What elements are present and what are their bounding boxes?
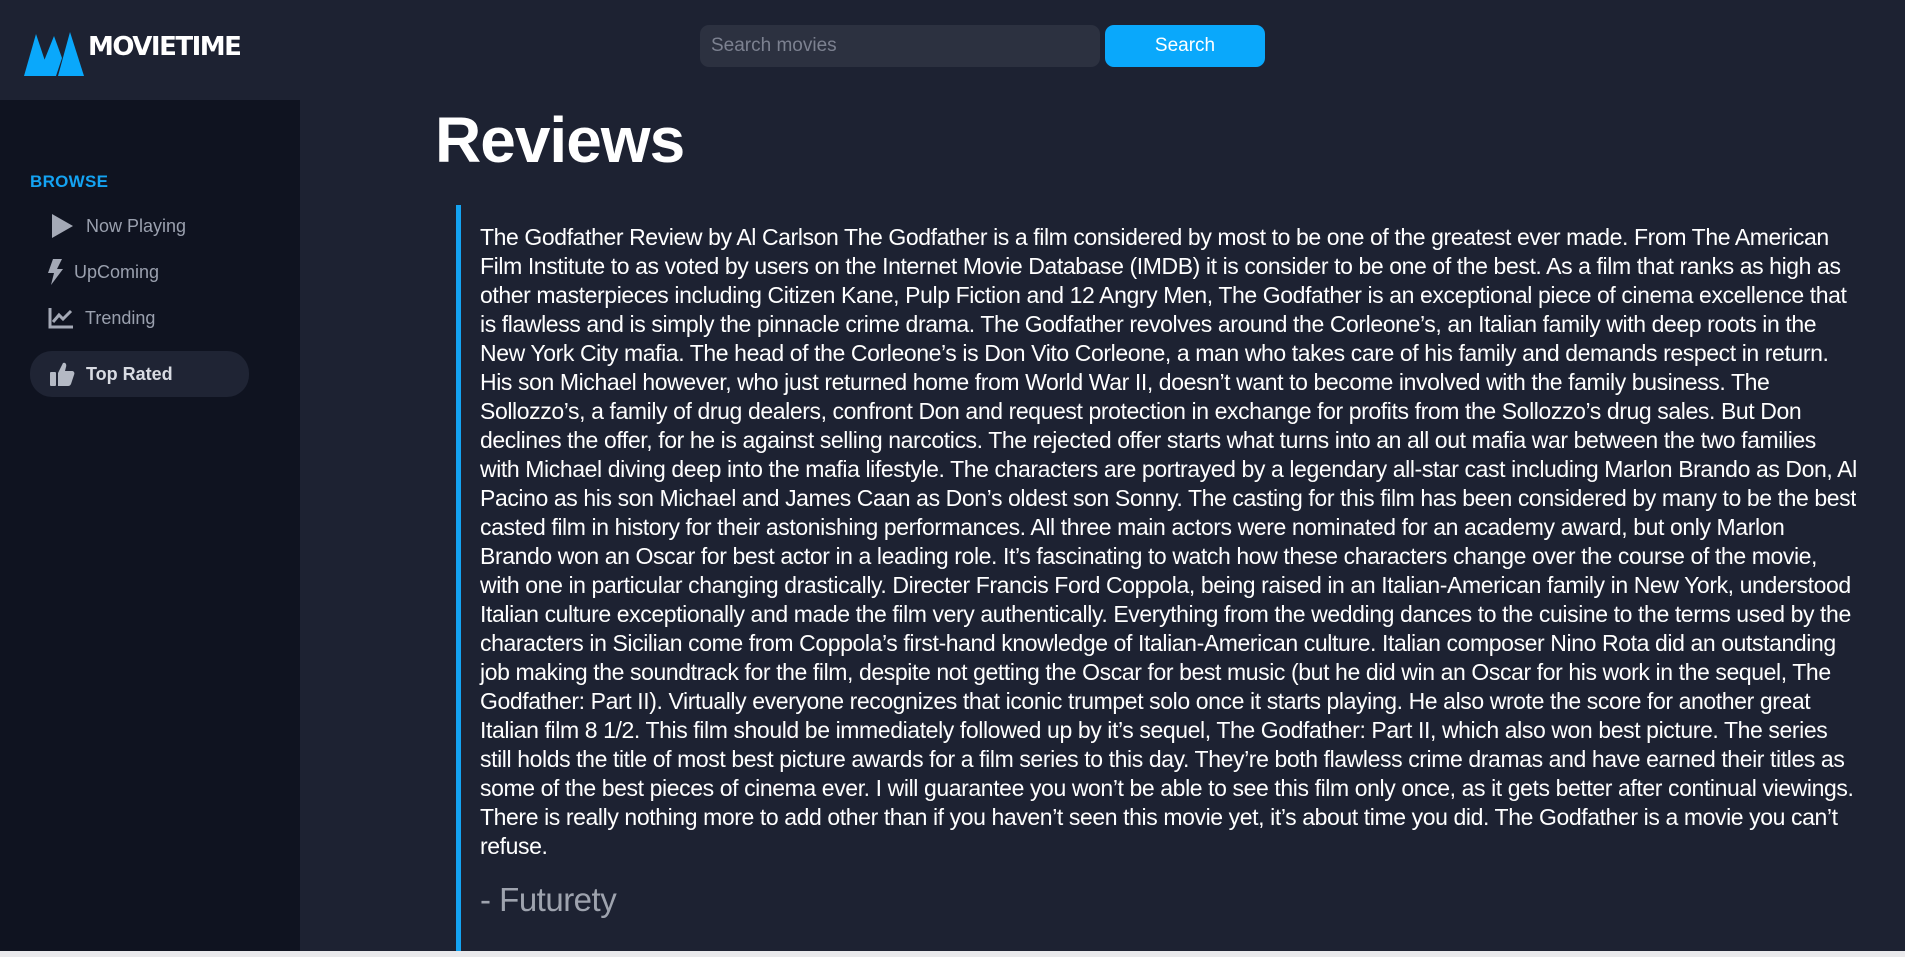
sidebar-item-label: Now Playing — [86, 215, 187, 236]
sidebar-item-label: Top Rated — [86, 363, 173, 384]
page-title: Reviews — [435, 104, 685, 176]
app-window: MOVIETIME Search BROWSE Now Playing UpCo… — [0, 0, 1905, 957]
search-bar: Search — [700, 25, 1265, 67]
thumbs-up-icon — [48, 360, 76, 388]
play-icon — [48, 212, 76, 240]
sidebar-item-now-playing[interactable]: Now Playing — [48, 212, 186, 240]
sidebar-item-upcoming[interactable]: UpComing — [44, 258, 159, 286]
trending-chart-icon — [47, 304, 75, 332]
sidebar: BROWSE Now Playing UpComing Trending Top… — [0, 100, 300, 957]
search-button[interactable]: Search — [1105, 25, 1265, 67]
sidebar-item-top-rated[interactable]: Top Rated — [30, 351, 249, 397]
brand-name: MOVIETIME — [88, 32, 242, 62]
main-content: Reviews The Godfather Review by Al Carls… — [300, 100, 1905, 957]
search-input[interactable] — [700, 25, 1100, 67]
top-header: MOVIETIME Search — [0, 0, 1905, 100]
browse-section-label: BROWSE — [30, 172, 109, 191]
sidebar-item-trending[interactable]: Trending — [47, 304, 155, 332]
review-card: The Godfather Review by Al Carlson The G… — [456, 205, 1856, 957]
bolt-icon — [44, 258, 66, 286]
horizontal-scrollbar[interactable] — [0, 951, 1905, 957]
m-mountain-logo-icon — [24, 32, 84, 76]
sidebar-item-label: Trending — [85, 307, 156, 328]
brand-logo[interactable]: MOVIETIME — [24, 28, 242, 76]
review-author: - Futurety — [480, 881, 617, 918]
sidebar-item-label: UpComing — [74, 261, 160, 282]
review-content: The Godfather Review by Al Carlson The G… — [480, 224, 1856, 859]
